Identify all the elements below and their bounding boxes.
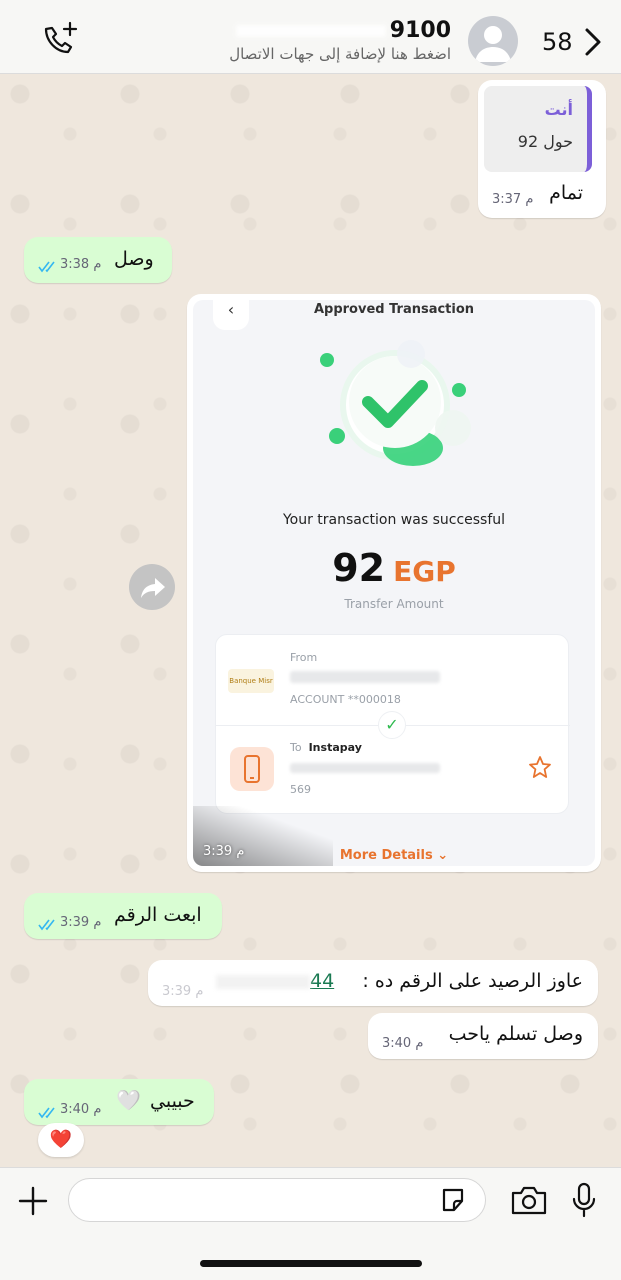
home-indicator — [200, 1260, 422, 1267]
chat-header: 9100 اضغط هنا لإضافة إلى جهات الاتصال 58 — [0, 0, 621, 74]
message-text: وصل — [114, 248, 154, 270]
add-contact-hint[interactable]: اضغط هنا لإضافة إلى جهات الاتصال — [229, 45, 451, 63]
white-heart-emoji: 🤍 — [116, 1088, 141, 1112]
chevron-right-icon[interactable] — [582, 26, 604, 58]
message-text: تمام — [549, 182, 583, 204]
screenshot-title: Approved Transaction — [313, 302, 475, 317]
message-text: حبيبي — [150, 1090, 195, 1112]
message-time: 3:40 م — [382, 1036, 424, 1051]
phone-number-link[interactable]: 44 — [216, 970, 334, 992]
transfer-details-card: Banque Misr From ACCOUNT **000018 ✓ To I… — [215, 634, 570, 814]
forward-button[interactable] — [129, 564, 175, 610]
bank-logo: Banque Misr — [228, 669, 274, 693]
transaction-screenshot[interactable]: ‹ Approved Transaction Your transaction … — [193, 300, 595, 866]
success-text: Your transaction was successful — [282, 512, 506, 528]
redacted-sender-name — [290, 671, 440, 683]
plus-icon[interactable] — [18, 1186, 48, 1216]
message-time: 3:38 م — [60, 257, 102, 272]
transfer-amount: 92 EGP — [332, 546, 456, 590]
message-text: ابعت الرقم — [114, 904, 202, 926]
microphone-icon[interactable] — [570, 1182, 598, 1218]
read-ticks-icon — [38, 258, 58, 273]
message-input[interactable] — [68, 1178, 486, 1222]
quote-sender: أنت — [544, 100, 573, 119]
message-time: 3:39 م — [203, 844, 245, 859]
more-details-link: More Details ⌄ — [339, 848, 449, 863]
image-message[interactable]: ‹ Approved Transaction Your transaction … — [187, 294, 601, 872]
message-text: وصل تسلم ياحب — [448, 1023, 583, 1045]
phone-icon — [230, 747, 274, 791]
unread-count[interactable]: 58 — [542, 28, 573, 56]
star-icon — [528, 755, 552, 779]
quote-text: حول 92 — [517, 132, 573, 151]
message-time: 3:37 م — [492, 192, 534, 207]
message-time: 3:40 م — [60, 1102, 102, 1117]
amount-label: Transfer Amount — [344, 597, 444, 611]
success-check-icon — [320, 340, 471, 466]
message-time: 3:39 م — [162, 984, 204, 999]
sticker-icon[interactable] — [440, 1187, 466, 1213]
to-label: To Instapay — [290, 741, 362, 754]
recipient-account: 569 — [290, 783, 311, 796]
account-number: ACCOUNT **000018 — [290, 693, 401, 706]
message-time: 3:39 م — [60, 915, 102, 930]
contact-title[interactable]: 9100 — [235, 18, 451, 43]
reaction-badge[interactable]: ❤️ — [38, 1123, 84, 1157]
composer-bar — [0, 1167, 621, 1280]
avatar[interactable] — [468, 16, 518, 66]
from-label: From — [290, 651, 318, 664]
read-ticks-icon — [38, 916, 58, 931]
read-ticks-icon — [38, 1104, 58, 1119]
camera-icon[interactable] — [510, 1184, 548, 1216]
quoted-message[interactable]: أنت حول 92 — [484, 86, 592, 172]
check-icon: ✓ — [378, 711, 406, 739]
redacted-recipient — [290, 763, 440, 773]
message-text: عاوز الرصيد على الرقم ده : — [362, 970, 583, 992]
add-call-icon[interactable] — [40, 20, 82, 60]
